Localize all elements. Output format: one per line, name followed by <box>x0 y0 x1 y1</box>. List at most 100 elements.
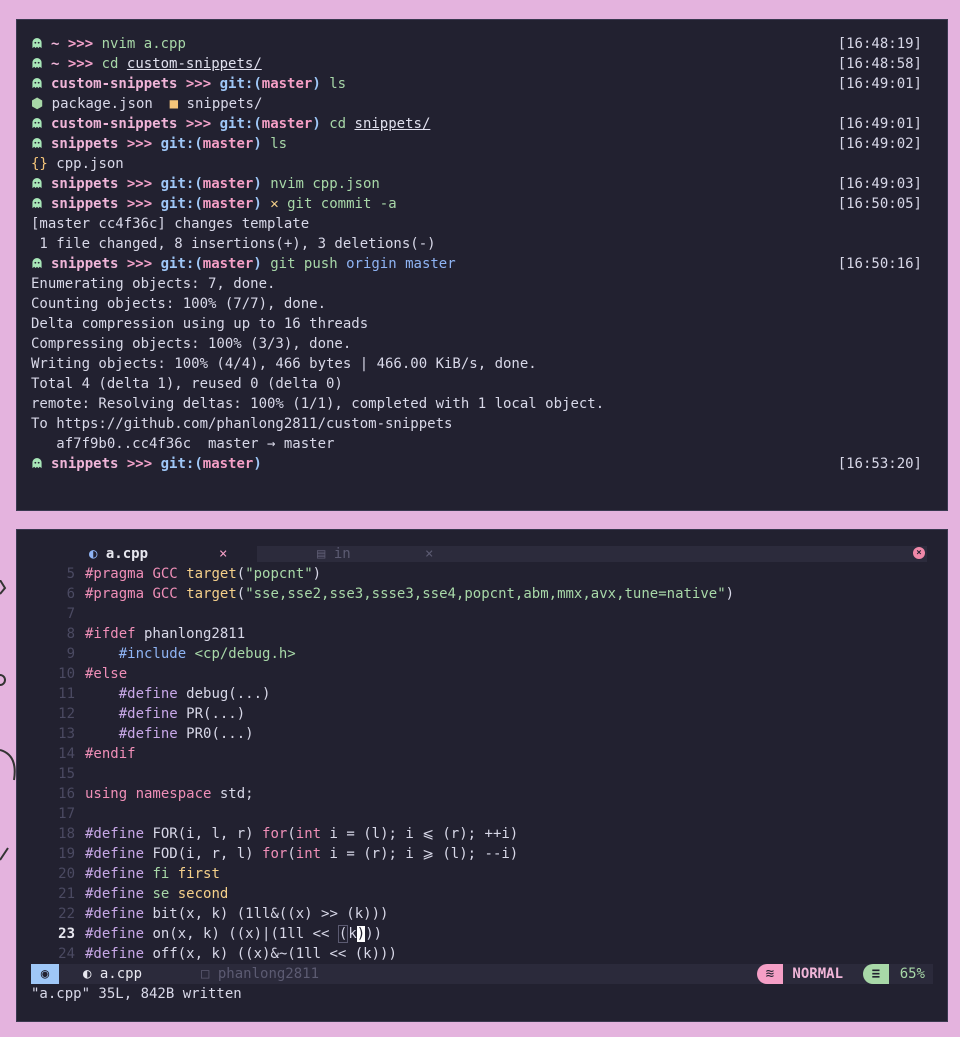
line-number: 21 <box>58 886 75 902</box>
code-line[interactable]: 16 using namespace std; <box>17 784 947 804</box>
terminal-line: [master cc4f36c] changes template <box>31 214 922 234</box>
folder-icon: ■ <box>169 96 187 112</box>
close-all-icon[interactable]: × <box>913 547 925 559</box>
terminal-line: ~ >>> nvim a.cpp [16:48:19] <box>31 34 922 54</box>
code-text: #define fi first <box>85 866 220 882</box>
git-branch: master <box>202 196 254 212</box>
command: nvim <box>101 36 136 52</box>
code-line[interactable]: 5 #pragma GCC target("popcnt") <box>17 564 947 584</box>
line-number: 16 <box>58 786 75 802</box>
code-line[interactable]: 13 #define PR0(...) <box>17 724 947 744</box>
prompt-directory: snippets <box>51 136 119 152</box>
prompt-directory: custom-snippets <box>51 116 178 132</box>
file-icon: ▤ <box>317 546 326 562</box>
terminal-line: Total 4 (delta 1), reused 0 (delta 0) <box>31 374 922 394</box>
output-text: Delta compression using up to 16 threads <box>31 316 369 332</box>
code-text: #include <cp/debug.h> <box>118 646 296 662</box>
code-line[interactable]: 23 #define on(x, k) ((x)|(1ll << (k))) <box>17 924 947 944</box>
git-label-close: ) <box>253 196 262 212</box>
cpp-icon: ◐ <box>83 966 92 982</box>
code-line[interactable]: 24 #define off(x, k) ((x)&~(1ll << (k))) <box>17 944 947 964</box>
line-number: 13 <box>58 726 75 742</box>
terminal-line: af7f9b0..cc4f36c master → master <box>31 434 922 454</box>
code-line[interactable]: 21 #define se second <box>17 884 947 904</box>
line-number: 23 <box>58 926 75 942</box>
prompt-directory: ~ <box>51 56 60 72</box>
git-label-close: ) <box>253 456 262 472</box>
folder-entry: snippets/ <box>186 96 263 112</box>
code-text: #pragma GCC target("sse,sse2,sse3,ssse3,… <box>85 586 735 602</box>
output-text: af7f9b0..cc4f36c master → master <box>31 436 335 452</box>
code-line[interactable]: 8 #ifdef phanlong2811 <box>17 624 947 644</box>
line-number: 17 <box>58 806 75 822</box>
line-number: 15 <box>58 766 75 782</box>
git-label-close: ) <box>312 76 321 92</box>
line-number: 12 <box>58 706 75 722</box>
output-text: remote: Resolving deltas: 100% (1/1), co… <box>31 396 605 412</box>
timestamp: [16:49:02] <box>837 136 922 152</box>
code-line[interactable]: 11 #define debug(...) <box>17 684 947 704</box>
code-line[interactable]: 12 #define PR(...) <box>17 704 947 724</box>
code-text: #define off(x, k) ((x)&~(1ll << (k))) <box>85 946 397 962</box>
file-entry: cpp.json <box>56 156 124 172</box>
code-line[interactable]: 10 #else <box>17 664 947 684</box>
code-text: #define bit(x, k) (1ll&((x) >> (k))) <box>85 906 389 922</box>
status-branch: □ phanlong2811 <box>201 966 320 982</box>
line-number: 19 <box>58 846 75 862</box>
close-tab-icon[interactable]: × <box>425 545 433 563</box>
terminal-line: remote: Resolving deltas: 100% (1/1), co… <box>31 394 922 414</box>
code-line[interactable]: 9 #include <cp/debug.h> <box>17 644 947 664</box>
output-text: Counting objects: 100% (7/7), done. <box>31 296 327 312</box>
terminal-line: Enumerating objects: 7, done. <box>31 274 922 294</box>
code-line[interactable]: 6 #pragma GCC target("sse,sse2,sse3,ssse3… <box>17 584 947 604</box>
wind-icon: ≋ <box>757 964 783 984</box>
prompt-arrow: >>> <box>67 36 94 52</box>
terminal-line: custom-snippets >>> git:(master) ls [16:4… <box>31 74 922 94</box>
terminal-line: Compressing objects: 100% (3/3), done. <box>31 334 922 354</box>
cpp-icon: ◐ <box>89 546 98 562</box>
ghost-icon <box>32 458 42 469</box>
terminal-line: 1 file changed, 8 insertions(+), 3 delet… <box>31 234 922 254</box>
prompt-arrow: >>> <box>126 456 153 472</box>
ghost-icon <box>32 38 42 49</box>
git-label: git:( <box>160 136 203 152</box>
command: ls <box>270 136 288 152</box>
command: ls <box>329 76 347 92</box>
code-line[interactable]: 7 <box>17 604 947 624</box>
prompt-arrow: >>> <box>126 256 153 272</box>
code-line[interactable]: 17 <box>17 804 947 824</box>
code-line[interactable]: 22 #define bit(x, k) (1ll&((x) >> (k))) <box>17 904 947 924</box>
git-label: git:( <box>160 176 203 192</box>
tab-in[interactable]: ▤ in <box>317 545 437 563</box>
nodejs-icon: ⬢ <box>31 96 52 112</box>
command-argument: custom-snippets/ <box>126 56 262 72</box>
terminal-window[interactable]: ~ >>> nvim a.cpp [16:48:19] ~ >>> cd custo… <box>17 20 947 510</box>
code-text: #pragma GCC target("popcnt") <box>85 566 322 582</box>
code-line[interactable]: 15 <box>17 764 947 784</box>
code-text: #define FOD(i, r, l) for(int i = (r); i … <box>85 846 519 862</box>
terminal-line: snippets >>> git:(master) ✕ git commit -… <box>31 194 922 214</box>
neovim-window[interactable]: ◐ a.cpp × ▤ in × × 5 #pragma GCC target("… <box>17 530 947 1021</box>
line-number: 22 <box>58 906 75 922</box>
prompt-directory: snippets <box>51 256 119 272</box>
code-line[interactable]: 14 #endif <box>17 744 947 764</box>
tab-a-cpp[interactable]: ◐ a.cpp <box>89 545 237 563</box>
code-text: #ifdef phanlong2811 <box>85 626 246 642</box>
code-text: #endif <box>85 746 136 762</box>
timestamp: [16:53:20] <box>837 456 922 472</box>
git-branch: master <box>202 456 254 472</box>
scroll-percent: 65% <box>899 966 925 982</box>
git-label: git:( <box>160 196 203 212</box>
ghost-icon <box>32 198 42 209</box>
code-line[interactable]: 18 #define FOR(i, l, r) for(int i = (l); … <box>17 824 947 844</box>
line-number: 24 <box>58 946 75 962</box>
prompt-directory: custom-snippets <box>51 76 178 92</box>
timestamp: [16:48:19] <box>837 36 922 52</box>
code-text: using namespace std; <box>85 786 254 802</box>
close-tab-icon[interactable]: × <box>219 545 227 563</box>
code-line[interactable]: 20 #define fi first <box>17 864 947 884</box>
code-line[interactable]: 19 #define FOD(i, r, l) for(int i = (r); … <box>17 844 947 864</box>
prompt-arrow: >>> <box>126 196 153 212</box>
timestamp: [16:49:01] <box>837 76 922 92</box>
ghost-icon <box>32 178 42 189</box>
